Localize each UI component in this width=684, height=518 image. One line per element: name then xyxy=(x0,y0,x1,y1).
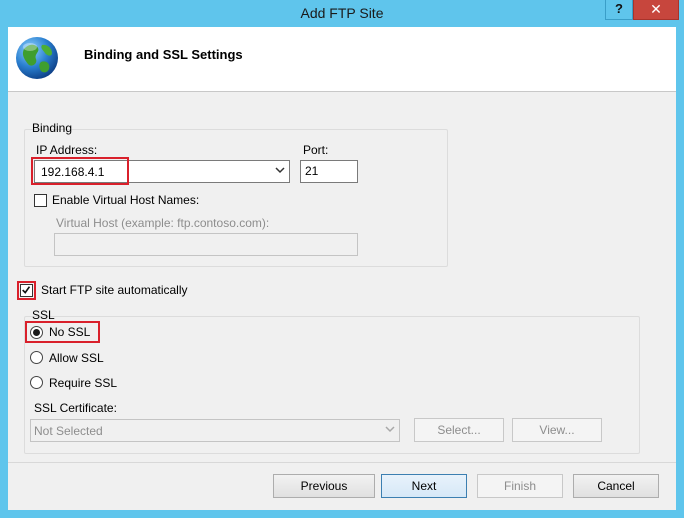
ip-address-highlight xyxy=(31,157,129,185)
virtual-host-label: Virtual Host (example: ftp.contoso.com): xyxy=(56,216,270,230)
window-title: Add FTP Site xyxy=(300,5,384,21)
ssl-group-label: SSL xyxy=(32,308,55,322)
start-automatically-label: Start FTP site automatically xyxy=(41,283,188,297)
chevron-down-icon xyxy=(385,426,395,433)
ssl-certificate-label: SSL Certificate: xyxy=(34,401,117,415)
header-band: Binding and SSL Settings xyxy=(8,27,676,92)
cancel-button[interactable]: Cancel xyxy=(573,474,659,498)
globe-icon xyxy=(16,37,58,79)
title-bar: Add FTP Site ? ✕ xyxy=(0,0,684,27)
chevron-down-icon xyxy=(275,167,285,174)
ssl-select-button[interactable]: Select... xyxy=(414,418,504,442)
start-automatically-highlight xyxy=(17,281,36,300)
ssl-view-button[interactable]: View... xyxy=(512,418,602,442)
page-title: Binding and SSL Settings xyxy=(84,47,243,62)
footer-divider xyxy=(8,462,676,463)
binding-group-label: Binding xyxy=(32,121,73,135)
enable-virtual-host-label: Enable Virtual Host Names: xyxy=(52,193,200,207)
ip-address-label: IP Address: xyxy=(36,143,98,157)
dialog-body: Binding and SSL Settings Binding IP Addr… xyxy=(8,27,676,510)
ssl-option-require-ssl-radio[interactable] xyxy=(30,376,43,389)
no-ssl-highlight xyxy=(25,321,100,343)
finish-button[interactable]: Finish xyxy=(477,474,563,498)
port-input[interactable]: 21 xyxy=(300,160,358,183)
next-button[interactable]: Next xyxy=(381,474,467,498)
close-button[interactable]: ✕ xyxy=(633,0,679,20)
ssl-certificate-combo[interactable]: Not Selected xyxy=(30,419,400,442)
enable-virtual-host-checkbox[interactable] xyxy=(34,194,47,207)
ssl-option-allow-ssl-radio[interactable] xyxy=(30,351,43,364)
previous-button[interactable]: Previous xyxy=(273,474,375,498)
ssl-option-require-ssl-label: Require SSL xyxy=(49,376,118,390)
ssl-option-allow-ssl-label: Allow SSL xyxy=(49,351,104,365)
help-button[interactable]: ? xyxy=(605,0,633,20)
ssl-certificate-value: Not Selected xyxy=(34,424,103,438)
virtual-host-input[interactable] xyxy=(54,233,358,256)
port-label: Port: xyxy=(303,143,329,157)
dialog-window: Add FTP Site ? ✕ Binding and SSL Setting… xyxy=(0,0,684,518)
